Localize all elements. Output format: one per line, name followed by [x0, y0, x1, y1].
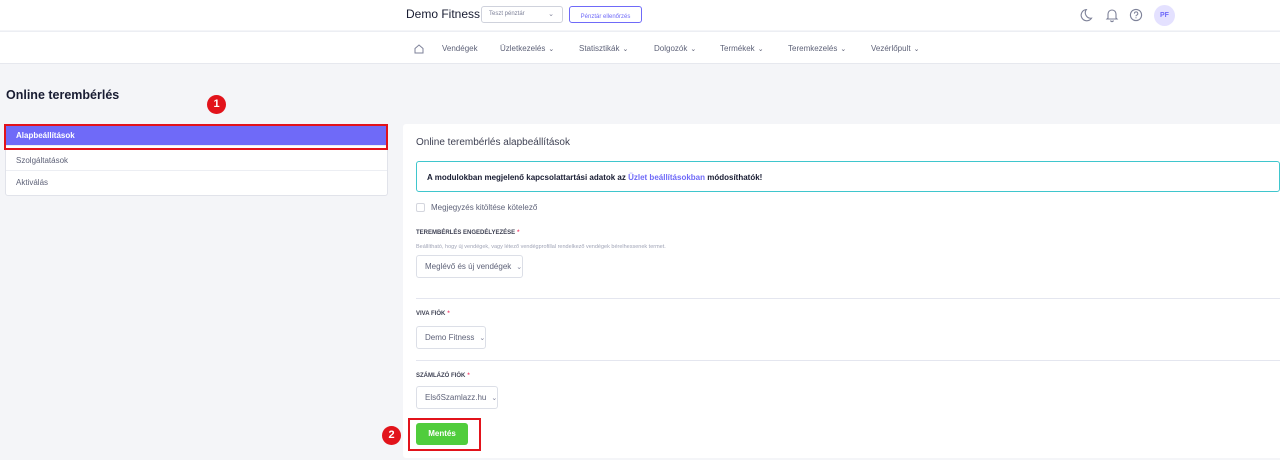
sidebar-item-szolgaltatasok[interactable]: Szolgáltatások: [6, 150, 387, 171]
viva-account-label: VIVA FIÓK *: [416, 311, 450, 317]
invoicing-account-label: SZÁMLÁZÓ FIÓK *: [416, 373, 470, 379]
rental-permission-label: TEREMBÉRLÉS ENGEDÉLYEZÉSE *: [416, 230, 520, 236]
business-settings-link[interactable]: Üzlet beállításokban: [628, 173, 705, 182]
register-select[interactable]: Teszt pénztár ⌄: [481, 6, 563, 23]
chevron-down-icon: ⌄: [913, 46, 920, 53]
rental-permission-value: Meglévő és új vendégek: [425, 262, 512, 271]
nav-item-statisztikak[interactable]: Statisztikák ⌄: [579, 44, 628, 53]
highlight-box-save: [408, 418, 481, 451]
nav-item-dolgozok[interactable]: Dolgozók ⌄: [654, 44, 696, 53]
chevron-down-icon: ⌄: [516, 264, 523, 271]
note-required-label: Megjegyzés kitöltése kötelező: [431, 203, 538, 212]
invoicing-account-select[interactable]: ElsőSzamlazz.hu ⌄: [416, 386, 499, 409]
page-title: Online terembérlés: [6, 88, 120, 102]
rental-permission-select[interactable]: Meglévő és új vendégek ⌄: [416, 255, 524, 278]
highlight-box-sidebar: [4, 124, 388, 150]
main-nav: Vendégek Üzletkezelés ⌄ Statisztikák ⌄ Dol…: [0, 31, 1280, 64]
required-asterisk: *: [447, 311, 450, 317]
sidebar-item-aktivalas[interactable]: Aktiválás: [6, 172, 387, 193]
step-marker-2: 2: [382, 426, 401, 445]
register-select-value: Teszt pénztár: [489, 11, 525, 17]
moon-icon[interactable]: [1079, 6, 1097, 24]
top-bar: Demo Fitness Teszt pénztár ⌄ Pénztár ell…: [0, 0, 1280, 30]
check-register-button[interactable]: Pénztár ellenőrzés: [569, 6, 642, 23]
chevron-down-icon: ⌄: [622, 46, 629, 53]
nav-item-uzletkezeles[interactable]: Üzletkezelés ⌄: [500, 44, 554, 53]
chevron-down-icon: ⌄: [548, 11, 554, 18]
bell-icon[interactable]: [1103, 6, 1121, 24]
nav-item-teremkezeles[interactable]: Teremkezelés ⌄: [788, 44, 846, 53]
nav-item-termekek[interactable]: Termékek ⌄: [720, 44, 764, 53]
brand-name: Demo Fitness: [406, 7, 481, 21]
info-text-suffix: módosíthatók!: [705, 173, 763, 182]
divider: [416, 360, 1280, 361]
home-icon[interactable]: [413, 42, 425, 54]
required-asterisk: *: [517, 230, 520, 236]
viva-account-select[interactable]: Demo Fitness ⌄: [416, 326, 487, 349]
nav-item-vezerlopult[interactable]: Vezérlőpult ⌄: [871, 44, 919, 53]
info-text-prefix: A modulokban megjelenő kapcsolattartási …: [427, 173, 629, 182]
invoicing-account-value: ElsőSzamlazz.hu: [425, 393, 487, 402]
info-alert: A modulokban megjelenő kapcsolattartási …: [416, 161, 1280, 192]
chevron-down-icon: ⌄: [479, 335, 486, 342]
rental-permission-hint: Beállítható, hogy új vendégek, vagy léte…: [416, 244, 666, 250]
chevron-down-icon: ⌄: [690, 46, 697, 53]
viva-account-value: Demo Fitness: [425, 333, 475, 342]
note-required-checkbox[interactable]: [416, 203, 425, 212]
avatar[interactable]: PF: [1154, 5, 1175, 26]
divider: [416, 298, 1280, 299]
nav-item-vendegek[interactable]: Vendégek: [442, 44, 478, 53]
chevron-down-icon: ⌄: [548, 46, 555, 53]
chevron-down-icon: ⌄: [840, 46, 847, 53]
settings-panel: Online terembérlés alapbeállítások A mod…: [403, 124, 1280, 458]
chevron-down-icon: ⌄: [491, 395, 498, 402]
step-marker-1: 1: [207, 95, 226, 114]
panel-title: Online terembérlés alapbeállítások: [416, 137, 570, 148]
help-icon[interactable]: [1127, 6, 1145, 24]
chevron-down-icon: ⌄: [757, 46, 764, 53]
required-asterisk: *: [467, 373, 470, 379]
